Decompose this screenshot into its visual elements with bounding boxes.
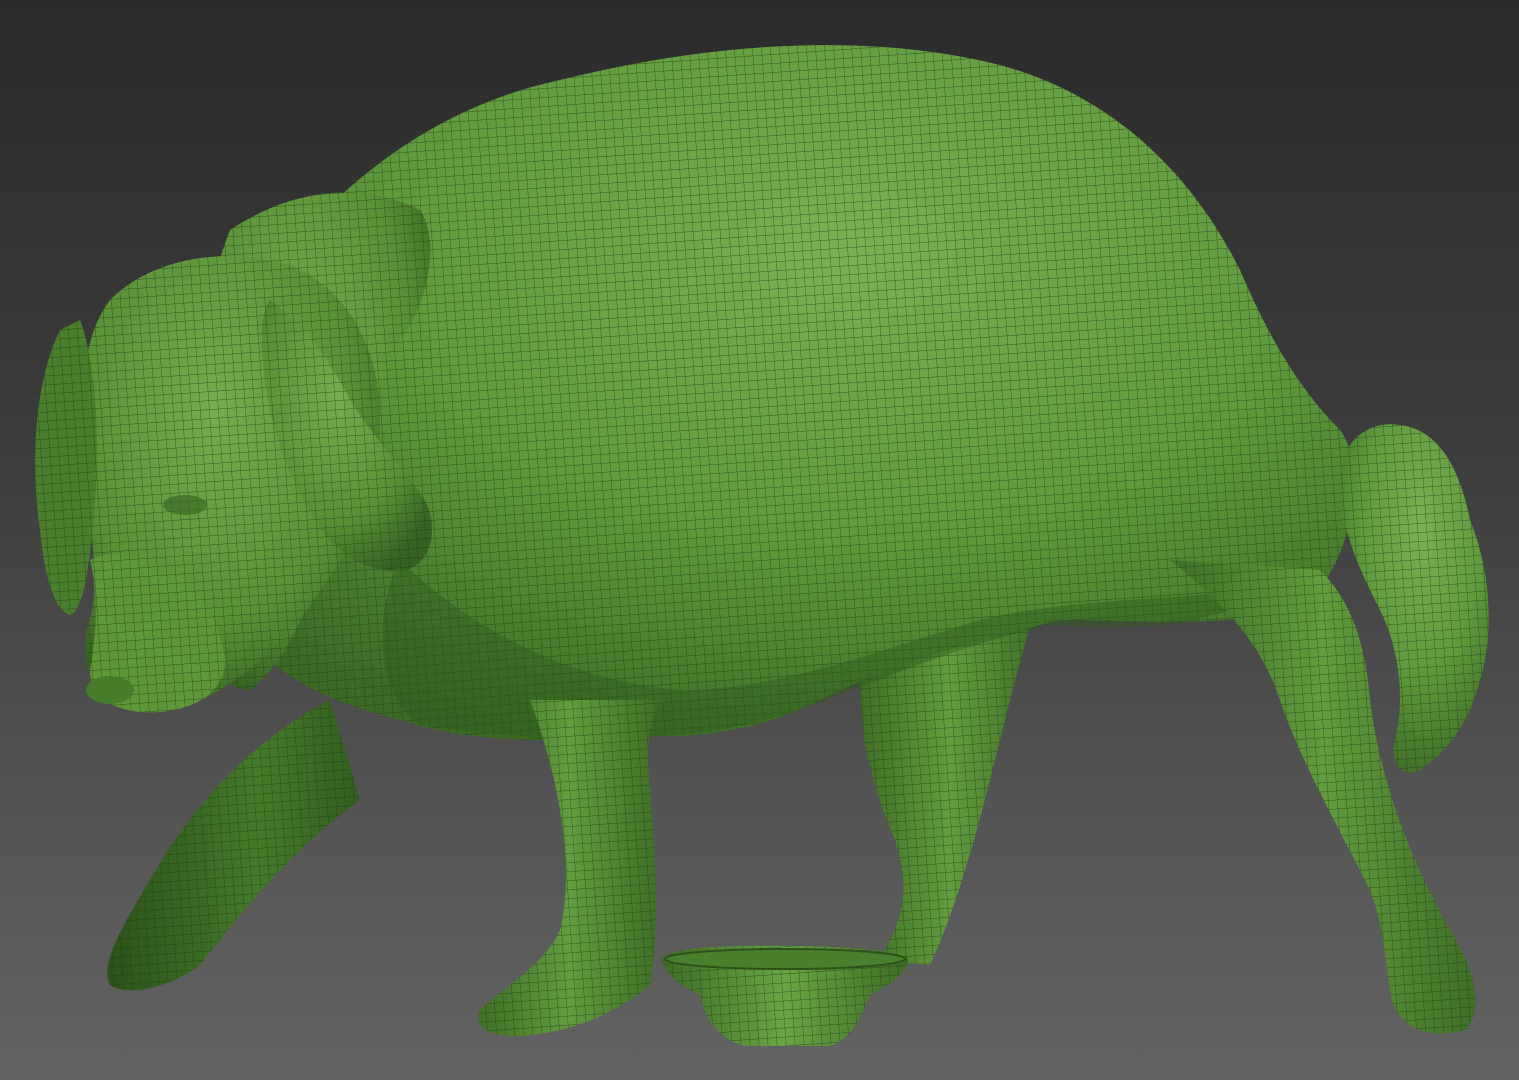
viewport-render: [35, 45, 1489, 1046]
sculpt-viewport[interactable]: [0, 0, 1519, 1080]
dog-eye: [163, 495, 207, 515]
bowl-sculpt[interactable]: [662, 945, 908, 1046]
dog-sculpt[interactable]: [35, 45, 1489, 1037]
bowl-rim: [664, 948, 906, 970]
dog-nose: [86, 676, 134, 704]
